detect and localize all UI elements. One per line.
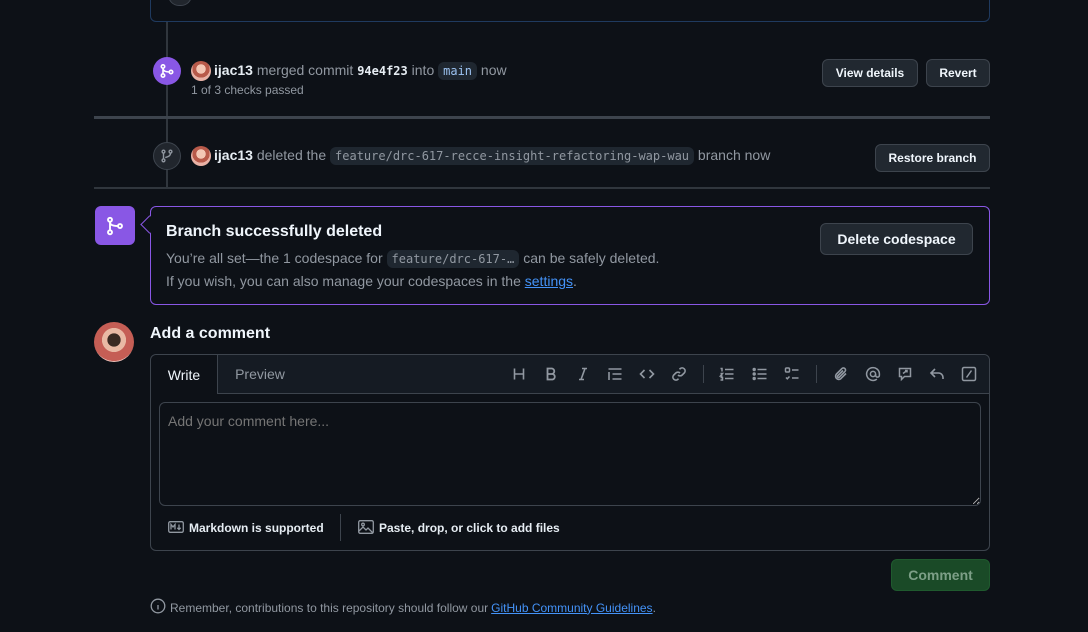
image-icon	[358, 519, 374, 537]
checks-status[interactable]: 1 of 3 checks passed	[191, 83, 304, 97]
link-icon[interactable]	[671, 366, 687, 382]
toolbar-separator	[816, 365, 817, 383]
timeline-divider-thick	[94, 116, 990, 119]
code-icon[interactable]	[639, 366, 655, 382]
comment-textarea[interactable]	[159, 402, 981, 506]
codespace-line-2-end: .	[573, 273, 577, 289]
base-branch[interactable]: main	[438, 62, 478, 80]
commit-sha[interactable]: 94e4f23	[357, 64, 408, 78]
username[interactable]: ijac13	[214, 147, 253, 163]
codespace-line-1-prefix: You’re all set—the 1 codespace for	[166, 250, 383, 266]
markdown-label: Markdown is supported	[189, 521, 324, 535]
attach-label: Paste, drop, or click to add files	[379, 521, 560, 535]
revert-button[interactable]: Revert	[926, 59, 990, 87]
codespace-branch: feature/drc-617-…	[386, 250, 520, 268]
comment-heading: Add a comment	[150, 325, 271, 342]
into-label: into	[411, 62, 435, 78]
delete-suffix: branch now	[697, 147, 771, 163]
comment-button[interactable]: Comment	[891, 559, 990, 591]
merge-action: merged commit	[256, 62, 354, 78]
merge-icon	[153, 57, 181, 85]
mention-icon[interactable]	[865, 366, 881, 382]
avatar[interactable]	[191, 146, 211, 166]
settings-link[interactable]: settings	[525, 273, 573, 289]
guidelines-end: .	[652, 600, 656, 615]
timeline-divider	[94, 187, 990, 189]
previous-event-box	[150, 0, 990, 22]
merge-time[interactable]: now	[481, 62, 507, 78]
attach-icon[interactable]	[833, 366, 849, 382]
delete-action: deleted the	[256, 147, 327, 163]
codespace-line-2: If you wish, you can also manage your co…	[166, 273, 577, 289]
codespace-title: Branch successfully deleted	[166, 223, 383, 240]
toolbar-separator	[703, 365, 704, 383]
avatar[interactable]	[191, 61, 211, 81]
reference-icon[interactable]	[897, 366, 913, 382]
task-list-icon[interactable]	[784, 366, 800, 382]
quote-icon[interactable]	[607, 366, 623, 382]
deleted-branch: feature/drc-617-recce-insight-refactorin…	[330, 147, 695, 165]
branch-icon	[153, 142, 181, 170]
view-details-button[interactable]: View details	[822, 59, 918, 87]
codespace-line-1-suffix: can be safely deleted.	[523, 250, 660, 266]
unordered-list-icon[interactable]	[752, 366, 768, 382]
reply-icon[interactable]	[929, 366, 945, 382]
attach-files[interactable]: Paste, drop, or click to add files	[358, 519, 560, 537]
tab-write[interactable]: Write	[151, 355, 218, 394]
community-guidelines-link[interactable]: GitHub Community Guidelines	[491, 601, 652, 615]
guidelines-prefix: Remember, contributions to this reposito…	[170, 600, 489, 615]
heading-icon[interactable]	[511, 366, 527, 382]
delete-codespace-button[interactable]: Delete codespace	[820, 223, 973, 255]
username[interactable]: ijac13	[214, 62, 253, 78]
delete-event-text: ijac13 deleted the feature/drc-617-recce…	[214, 147, 771, 165]
info-icon	[150, 598, 166, 617]
avatar[interactable]	[94, 322, 134, 362]
codespace-line-2-prefix: If you wish, you can also manage your co…	[166, 273, 521, 289]
merge-event-text: ijac13 merged commit 94e4f23 into main n…	[214, 62, 507, 80]
bold-icon[interactable]	[543, 366, 559, 382]
footer-separator	[340, 514, 341, 541]
git-branch-badge-icon	[95, 206, 135, 245]
community-guidelines-note: Remember, contributions to this reposito…	[150, 598, 656, 617]
markdown-support[interactable]: Markdown is supported	[168, 519, 324, 537]
italic-icon[interactable]	[575, 366, 591, 382]
restore-branch-button[interactable]: Restore branch	[875, 144, 990, 172]
ordered-list-icon[interactable]	[719, 366, 735, 382]
tab-preview[interactable]: Preview	[228, 355, 292, 393]
markdown-icon	[168, 520, 184, 536]
slash-command-icon[interactable]	[961, 366, 977, 382]
codespace-line-1: You’re all set—the 1 codespace for featu…	[166, 250, 660, 268]
